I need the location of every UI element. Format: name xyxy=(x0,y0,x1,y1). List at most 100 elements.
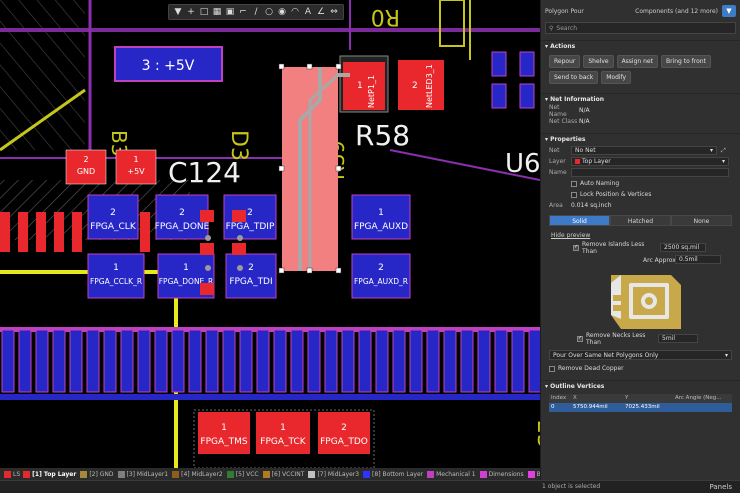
modify-button[interactable]: Modify xyxy=(601,71,632,84)
panel-header: Polygon Pour Components (and 12 more) ▼ xyxy=(541,0,740,22)
outline-vertices-header[interactable]: ▾ Outline Vertices xyxy=(541,380,740,392)
table-row[interactable]: 0 5750.944mil 7025.433mil xyxy=(549,403,732,412)
svg-text:2: 2 xyxy=(83,155,88,164)
svg-text:1: 1 xyxy=(280,423,286,433)
actions-header[interactable]: ▾ Actions xyxy=(541,40,740,52)
grid-icon[interactable]: ▦ xyxy=(211,6,223,18)
net-picker-icon[interactable]: ⤢ xyxy=(721,147,726,155)
layer-tab[interactable]: [8] Bottom Layer xyxy=(363,470,423,478)
auto-naming-checkbox[interactable] xyxy=(571,180,577,187)
circle-icon[interactable]: ○ xyxy=(263,6,275,18)
layer-tab[interactable]: [1] Top Layer xyxy=(23,470,76,478)
fill-mode-tabs: Solid Hatched None xyxy=(549,215,732,226)
svg-text:FPGA_TDIP: FPGA_TDIP xyxy=(226,222,275,232)
comb-pad xyxy=(86,329,100,393)
filter-icon[interactable]: ▼ xyxy=(172,6,184,18)
svg-text:1: 1 xyxy=(221,423,227,433)
layer-tab[interactable]: [7] MidLayer3 xyxy=(308,470,359,478)
comb-pad xyxy=(18,329,32,393)
comb-pad xyxy=(137,329,151,393)
svg-text:FPGA_AUXD_R: FPGA_AUXD_R xyxy=(354,277,408,286)
panels-button[interactable]: Panels xyxy=(709,483,732,491)
name-field[interactable] xyxy=(571,168,729,177)
hatch-area-top xyxy=(0,0,85,150)
dimension-icon[interactable]: ⇔ xyxy=(328,6,340,18)
layer-select[interactable]: Top Layer ▾ xyxy=(571,157,729,166)
layer-tab[interactable]: [5] VCC xyxy=(226,470,259,478)
designator-r0: R0 xyxy=(371,4,400,29)
svg-text:FPGA_TDO: FPGA_TDO xyxy=(320,437,368,447)
comb-pad xyxy=(273,329,287,393)
line-icon[interactable]: ∕ xyxy=(250,6,262,18)
properties-header[interactable]: ▾ Properties xyxy=(541,133,740,145)
lock-primitives-checkbox[interactable] xyxy=(571,191,577,198)
layer-tab[interactable]: Mechanical 1 xyxy=(427,470,476,478)
send-to-back-button[interactable]: Send to back xyxy=(549,71,599,84)
repour-button[interactable]: Repour xyxy=(549,55,581,68)
comb-pad xyxy=(528,329,540,393)
svg-text:FPGA_CCLK_R: FPGA_CCLK_R xyxy=(90,277,142,286)
actions-section: ▾ Actions Repour Shelve Assign net Bring… xyxy=(541,40,740,87)
designator-d3: D3 xyxy=(226,130,251,161)
rect-select-icon[interactable]: □ xyxy=(198,6,210,18)
comb-pad xyxy=(494,329,508,393)
search-input[interactable]: ⚲ Search xyxy=(545,22,736,34)
svg-text:FPGA_TCK: FPGA_TCK xyxy=(260,437,306,447)
cube-icon[interactable]: ▣ xyxy=(224,6,236,18)
remove-dead-copper-checkbox[interactable] xyxy=(549,365,555,372)
route-icon[interactable]: ⌐ xyxy=(237,6,249,18)
angle-icon[interactable]: ∠ xyxy=(315,6,327,18)
tab-none[interactable]: None xyxy=(671,215,732,226)
components-filter-label[interactable]: Components (and 12 more) xyxy=(635,8,718,15)
properties-section: ▾ Properties Net No Net ▾ ⤢ Layer Top Lay… xyxy=(541,133,740,374)
hide-preview-link[interactable]: Hide preview xyxy=(551,232,590,239)
net-select[interactable]: No Net ▾ xyxy=(571,146,717,155)
pcb-canvas[interactable]: 3 : +5V R58 C124 U6 R0 D3 B3 R59 23 2 GN… xyxy=(0,0,540,468)
layer-tabs: LS [1] Top Layer [2] GND [3] MidLayer1 [4] … xyxy=(0,468,540,480)
designator-23: 23 xyxy=(532,420,540,448)
svg-text:1: 1 xyxy=(378,208,384,218)
designator-u6: U6 xyxy=(505,149,540,179)
designator-r58: R58 xyxy=(355,119,410,152)
bring-to-front-button[interactable]: Bring to front xyxy=(660,55,711,68)
comb-pad xyxy=(103,329,117,393)
assign-net-button[interactable]: Assign net xyxy=(616,55,658,68)
app-window: 3 : +5V R58 C124 U6 R0 D3 B3 R59 23 2 GN… xyxy=(0,0,740,493)
remove-islands-input[interactable]: 2500 sq.mil xyxy=(660,243,706,252)
pin-icon[interactable]: ◉ xyxy=(276,6,288,18)
remove-necks-input[interactable]: 5mil xyxy=(658,334,698,343)
layer-tab[interactable]: [6] VCCINT xyxy=(262,470,304,478)
svg-text:FPGA_TMS: FPGA_TMS xyxy=(200,437,247,447)
comb-pad xyxy=(307,329,321,393)
svg-text:+5V: +5V xyxy=(127,167,145,176)
comb-pad xyxy=(511,329,525,393)
svg-text:NetLED3_1: NetLED3_1 xyxy=(425,64,434,108)
comb-pad xyxy=(69,329,83,393)
comb-pad xyxy=(205,329,219,393)
svg-text:FPGA_TDI: FPGA_TDI xyxy=(229,277,272,287)
arc-approx-input[interactable]: 0.5mil xyxy=(675,255,721,264)
tab-hatched[interactable]: Hatched xyxy=(610,215,671,226)
polygon-preview-graphic xyxy=(611,275,681,329)
layer-tab[interactable]: Dimensions xyxy=(479,470,524,478)
layer-tab[interactable]: [4] MidLayer2 xyxy=(172,470,223,478)
svg-text:1: 1 xyxy=(183,263,189,273)
pour-over-select[interactable]: Pour Over Same Net Polygons Only ▾ xyxy=(549,350,732,360)
tab-solid[interactable]: Solid xyxy=(549,215,610,226)
layer-index[interactable]: LS xyxy=(4,470,20,478)
remove-islands-checkbox[interactable] xyxy=(573,244,579,251)
vertices-table: Index X Y Arc Angle (Neg... 0 5750.944mi… xyxy=(549,394,732,412)
comb-pad xyxy=(426,329,440,393)
comb-pad xyxy=(188,329,202,393)
filter-icon[interactable]: ▼ xyxy=(722,5,736,17)
remove-necks-checkbox[interactable] xyxy=(577,335,583,342)
arc-icon[interactable]: ◠ xyxy=(289,6,301,18)
layer-tab[interactable]: Boar xyxy=(527,470,540,478)
plus-icon[interactable]: + xyxy=(185,6,197,18)
comb-pad xyxy=(1,329,15,393)
text-icon[interactable]: A xyxy=(302,6,314,18)
layer-tab[interactable]: [2] GND xyxy=(80,470,114,478)
comb-pad xyxy=(154,329,168,393)
layer-tab[interactable]: [3] MidLayer1 xyxy=(117,470,168,478)
shelve-button[interactable]: Shelve xyxy=(583,55,614,68)
